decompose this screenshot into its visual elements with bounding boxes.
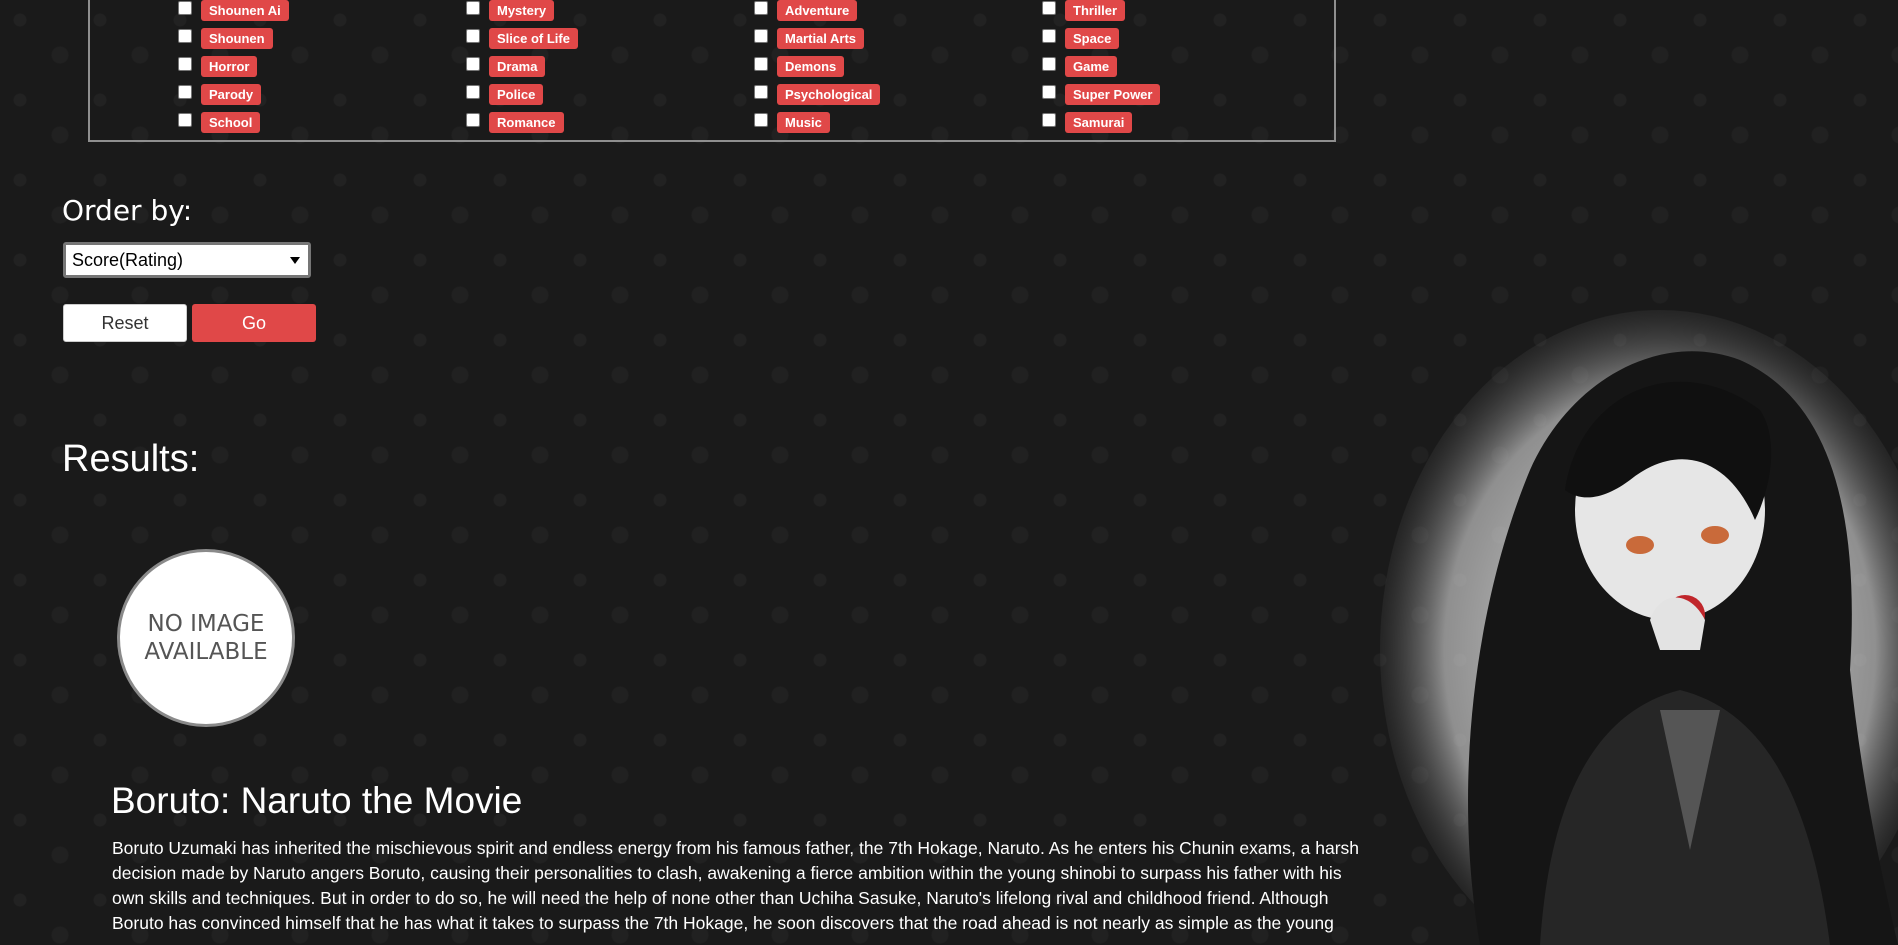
genre-tag-label: Slice of Life (489, 28, 578, 49)
genre-checkbox[interactable] (754, 28, 768, 43)
genre-tag-label: Demons (777, 56, 845, 77)
genre-tag-label: Thriller (1065, 0, 1126, 21)
no-image-text: NO IMAGE AVAILABLE (144, 611, 268, 665)
genre-option[interactable]: Music (754, 112, 830, 133)
genre-tag-label: Game (1065, 56, 1118, 77)
genre-checkbox[interactable] (178, 0, 192, 15)
genre-checkbox[interactable] (178, 56, 192, 71)
genre-tag-label: Music (777, 112, 830, 133)
genre-checkbox[interactable] (178, 84, 192, 99)
genre-option[interactable]: School (178, 112, 261, 133)
genre-tag-label: Romance (489, 112, 564, 133)
genre-option[interactable]: Shounen (178, 28, 273, 49)
genre-checkbox[interactable] (754, 56, 768, 71)
genre-tag-label: Mystery (489, 0, 555, 21)
no-image-placeholder: NO IMAGE AVAILABLE (117, 549, 295, 727)
genre-checkbox[interactable] (178, 112, 192, 127)
genre-tag-label: Parody (201, 84, 262, 105)
genre-tag-label: Super Power (1065, 84, 1161, 105)
genre-checkbox[interactable] (466, 28, 480, 43)
genre-checkbox[interactable] (466, 84, 480, 99)
reset-button[interactable]: Reset (63, 304, 187, 342)
genre-option[interactable]: Martial Arts (754, 28, 865, 49)
go-button[interactable]: Go (192, 304, 316, 342)
genre-checkbox[interactable] (754, 112, 768, 127)
genre-option[interactable]: Super Power (1042, 84, 1161, 105)
genre-checkbox[interactable] (466, 112, 480, 127)
genre-option[interactable]: Thriller (1042, 0, 1126, 21)
genre-option[interactable]: Police (466, 84, 544, 105)
genre-checkbox[interactable] (1042, 112, 1056, 127)
genre-tag-label: Samurai (1065, 112, 1133, 133)
genre-tag-label: Police (489, 84, 544, 105)
genre-tag-label: Martial Arts (777, 28, 865, 49)
genre-option[interactable]: Psychological (754, 84, 881, 105)
genre-checkbox[interactable] (466, 56, 480, 71)
genre-tag-label: Space (1065, 28, 1120, 49)
genre-option[interactable]: Space (1042, 28, 1120, 49)
genre-option[interactable]: Samurai (1042, 112, 1133, 133)
chevron-down-icon (290, 256, 300, 264)
genre-option[interactable]: Shounen Ai (178, 0, 289, 21)
genre-checkbox[interactable] (1042, 28, 1056, 43)
genre-tag-label: Adventure (777, 0, 858, 21)
genre-option[interactable]: Game (1042, 56, 1118, 77)
genre-tag-label: Drama (489, 56, 546, 77)
genre-checkbox[interactable] (466, 0, 480, 15)
genre-checkbox[interactable] (1042, 56, 1056, 71)
genre-checkbox[interactable] (754, 84, 768, 99)
anime-girl-illustration (1380, 310, 1898, 945)
order-by-label: Order by: (62, 194, 193, 227)
genre-tag-label: Psychological (777, 84, 881, 105)
genre-checkbox[interactable] (1042, 84, 1056, 99)
genre-tag-label: Horror (201, 56, 258, 77)
order-by-select[interactable]: Score(Rating) (63, 242, 311, 278)
genre-tag-label: School (201, 112, 261, 133)
genre-option[interactable]: Mystery (466, 0, 555, 21)
genre-checkbox[interactable] (1042, 0, 1056, 15)
genre-option[interactable]: Parody (178, 84, 262, 105)
result-title[interactable]: Boruto: Naruto the Movie (111, 780, 522, 822)
genre-option[interactable]: Drama (466, 56, 546, 77)
genre-checkbox[interactable] (178, 28, 192, 43)
genre-option[interactable]: Adventure (754, 0, 858, 21)
genre-option[interactable]: Slice of Life (466, 28, 578, 49)
genre-tag-label: Shounen (201, 28, 273, 49)
order-by-selected-value: Score(Rating) (72, 249, 184, 270)
genre-option[interactable]: Romance (466, 112, 564, 133)
genre-option[interactable]: Horror (178, 56, 258, 77)
genre-filter-panel: Shounen Ai Mystery Adventure Thriller Shoune… (88, 0, 1336, 142)
genre-tag-label: Shounen Ai (201, 0, 289, 21)
results-heading: Results: (62, 438, 200, 480)
genre-option[interactable]: Demons (754, 56, 845, 77)
result-synopsis: Boruto Uzumaki has inherited the mischie… (112, 838, 1360, 933)
genre-checkbox[interactable] (754, 0, 768, 15)
